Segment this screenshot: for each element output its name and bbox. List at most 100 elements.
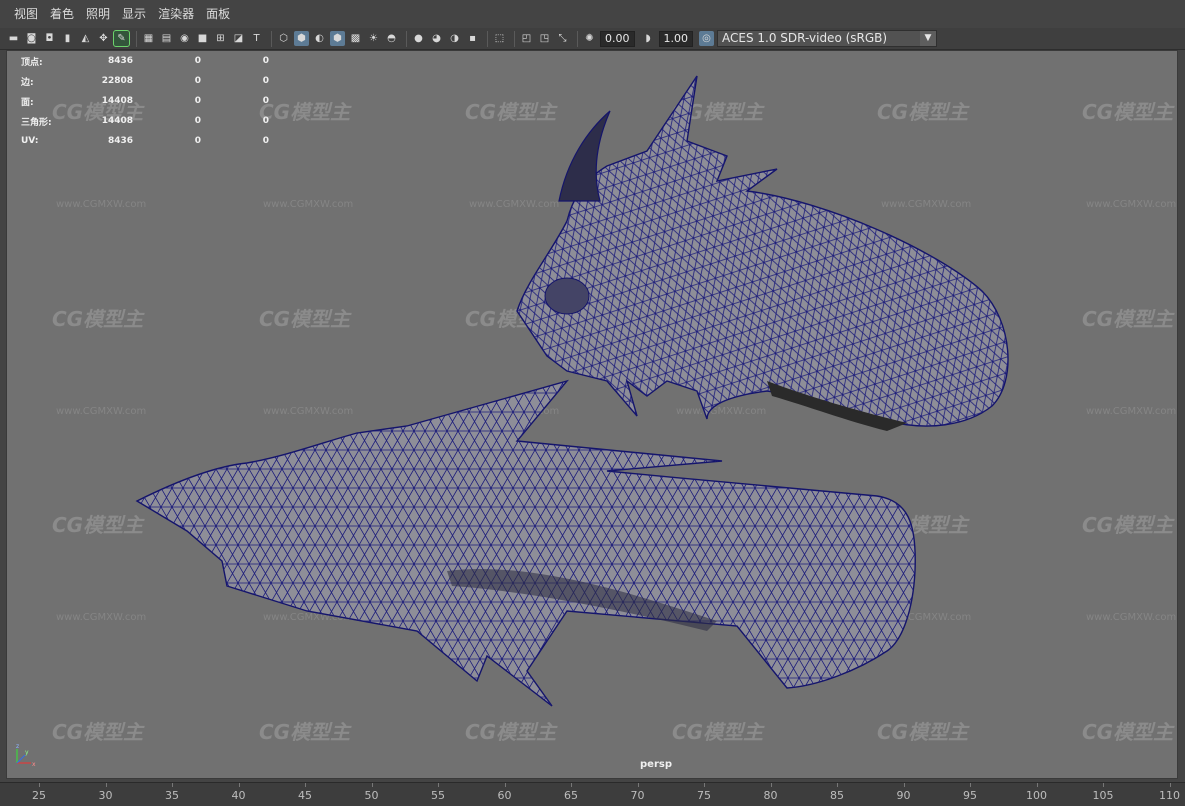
- timeline-tick-mark: [571, 783, 572, 787]
- toolbar-separator: [406, 30, 407, 47]
- exposure-field[interactable]: 0.00: [600, 30, 635, 47]
- safe-title-icon[interactable]: T: [249, 31, 264, 46]
- timeline-tick-label: 75: [697, 789, 711, 802]
- exposure-icon[interactable]: ✺: [582, 31, 597, 46]
- color-management-icon[interactable]: ◎: [699, 31, 714, 46]
- timeline-tick-label: 85: [830, 789, 844, 802]
- gamma-icon[interactable]: ◗: [641, 31, 656, 46]
- toolbar-separator: [271, 30, 272, 47]
- isolate-select-icon[interactable]: ⬚: [492, 31, 507, 46]
- toolbar-separator: [487, 30, 488, 47]
- view-transform-dropdown[interactable]: ACES 1.0 SDR-video (sRGB) ▼: [717, 30, 937, 47]
- timeline-tick-label: 45: [298, 789, 312, 802]
- wireframe-icon[interactable]: ⬡: [276, 31, 291, 46]
- hud-row-triangles: 三角形: 14408 0 0: [21, 116, 269, 128]
- camera-attributes-icon[interactable]: ◙: [24, 31, 39, 46]
- menu-show[interactable]: 显示: [116, 0, 152, 28]
- menu-panels[interactable]: 面板: [200, 0, 236, 28]
- xray-icon[interactable]: ◰: [519, 31, 534, 46]
- film-gate-icon[interactable]: ▤: [159, 31, 174, 46]
- timeline-tick-mark: [238, 783, 240, 787]
- timeline-tick-mark: [305, 783, 306, 787]
- timeline-tick-label: 105: [1092, 789, 1114, 802]
- timeline-tick-mark: [704, 783, 705, 787]
- toolbar-separator: [514, 30, 515, 47]
- timeline-tick-label: 35: [165, 789, 179, 802]
- upper-fish-model[interactable]: [516, 75, 1009, 431]
- axis-x-label: x: [32, 761, 36, 768]
- timeline-tick-mark: [637, 783, 639, 787]
- timeline-tick-label: 65: [564, 789, 578, 802]
- timeline-tick-label: 25: [32, 789, 46, 802]
- menu-lighting[interactable]: 照明: [80, 0, 116, 28]
- timeline-tick-label: 110: [1159, 789, 1180, 802]
- view-transform-value: ACES 1.0 SDR-video (sRGB): [722, 31, 888, 45]
- camera-icon[interactable]: ▬: [6, 31, 21, 46]
- field-chart-icon[interactable]: ⊞: [213, 31, 228, 46]
- timeline-tick-label: 100: [1026, 789, 1047, 802]
- timeline-tick-mark: [105, 783, 107, 787]
- timeline-tick-label: 90: [896, 789, 911, 802]
- xray-components-icon[interactable]: ⤡: [555, 31, 570, 46]
- default-material-icon[interactable]: ◐: [312, 31, 327, 46]
- chevron-down-icon: ▼: [920, 31, 936, 46]
- timeline-tick-label: 80: [763, 789, 778, 802]
- timeline-tick-mark: [770, 783, 772, 787]
- depth-of-field-icon[interactable]: ▪: [465, 31, 480, 46]
- poly-count-hud: 顶点: 8436 0 0 边: 22808 0 0 面: 14408 0 0 三…: [21, 51, 269, 151]
- timeline-tick-mark: [970, 783, 971, 787]
- shadows-icon[interactable]: ◓: [384, 31, 399, 46]
- timeline-tick-mark: [172, 783, 173, 787]
- timeline-tick-mark: [371, 783, 373, 787]
- axis-y-label: y: [25, 749, 29, 756]
- lights-icon[interactable]: ☀: [366, 31, 381, 46]
- timeline-tick-label: 40: [231, 789, 246, 802]
- axis-gizmo-icon: z y x: [16, 743, 36, 768]
- gate-mask-icon[interactable]: ■: [195, 31, 210, 46]
- two-d-pan-icon[interactable]: ✥: [96, 31, 111, 46]
- hud-row-uvs: UV: 8436 0 0: [21, 136, 269, 146]
- lower-fish-model[interactable]: [135, 379, 916, 707]
- hud-row-edges: 边: 22808 0 0: [21, 76, 269, 88]
- perspective-viewport[interactable]: CG模型主 www.CGMXW.com CG模型主 www.CGMXW.com CG模型…: [6, 50, 1178, 779]
- resolution-gate-icon[interactable]: ◉: [177, 31, 192, 46]
- panel-menu-bar: 视图 着色 照明 显示 渲染器 面板: [0, 0, 1185, 28]
- gamma-field[interactable]: 1.00: [658, 30, 693, 47]
- hud-row-vertices: 顶点: 8436 0 0: [21, 56, 269, 68]
- timeline-tick-label: 50: [364, 789, 379, 802]
- mesh-canvas[interactable]: [7, 51, 1178, 779]
- axis-z-label: z: [16, 743, 19, 750]
- bookmark-icon[interactable]: ▮: [60, 31, 75, 46]
- image-plane-icon[interactable]: ◭: [78, 31, 93, 46]
- grid-icon[interactable]: ▦: [141, 31, 156, 46]
- smooth-shade-icon[interactable]: ⬢: [294, 31, 309, 46]
- camera-lock-icon[interactable]: ◘: [42, 31, 57, 46]
- ambient-occlusion-icon[interactable]: ●: [411, 31, 426, 46]
- menu-view[interactable]: 视图: [8, 0, 44, 28]
- wireframe-on-shaded-icon[interactable]: ⬢: [330, 31, 345, 46]
- antialias-icon[interactable]: ◑: [447, 31, 462, 46]
- timeline-tick-label: 55: [431, 789, 445, 802]
- xray-joints-icon[interactable]: ◳: [537, 31, 552, 46]
- panel-toolbar: ▬ ◙ ◘ ▮ ◭ ✥ ✎ ▦ ▤ ◉ ■ ⊞ ◪ T ⬡ ⬢ ◐ ⬢ ▩ ☀ …: [0, 28, 1185, 50]
- timeline-tick-label: 95: [963, 789, 977, 802]
- timeline-tick-mark: [39, 783, 40, 787]
- camera-name-label: persp: [640, 759, 672, 770]
- timeline-tick-mark: [504, 783, 506, 787]
- menu-renderer[interactable]: 渲染器: [152, 0, 200, 28]
- timeline-tick-mark: [1169, 783, 1171, 787]
- timeline-tick-mark: [837, 783, 838, 787]
- pencil-icon[interactable]: ✎: [113, 30, 130, 47]
- timeline-tick-mark: [438, 783, 439, 787]
- timeline-tick-label: 30: [98, 789, 113, 802]
- texture-icon[interactable]: ▩: [348, 31, 363, 46]
- menu-shading[interactable]: 着色: [44, 0, 80, 28]
- time-slider[interactable]: 25 30 35 40 45 50 55 60 65 70 75 80 85 90 95 100 105 110: [0, 782, 1185, 806]
- safe-action-icon[interactable]: ◪: [231, 31, 246, 46]
- hud-row-faces: 面: 14408 0 0: [21, 96, 269, 108]
- timeline-tick-label: 70: [630, 789, 645, 802]
- timeline-tick-mark: [1036, 783, 1038, 787]
- motion-blur-icon[interactable]: ◕: [429, 31, 444, 46]
- timeline-tick-mark: [1103, 783, 1104, 787]
- toolbar-separator: [136, 30, 137, 47]
